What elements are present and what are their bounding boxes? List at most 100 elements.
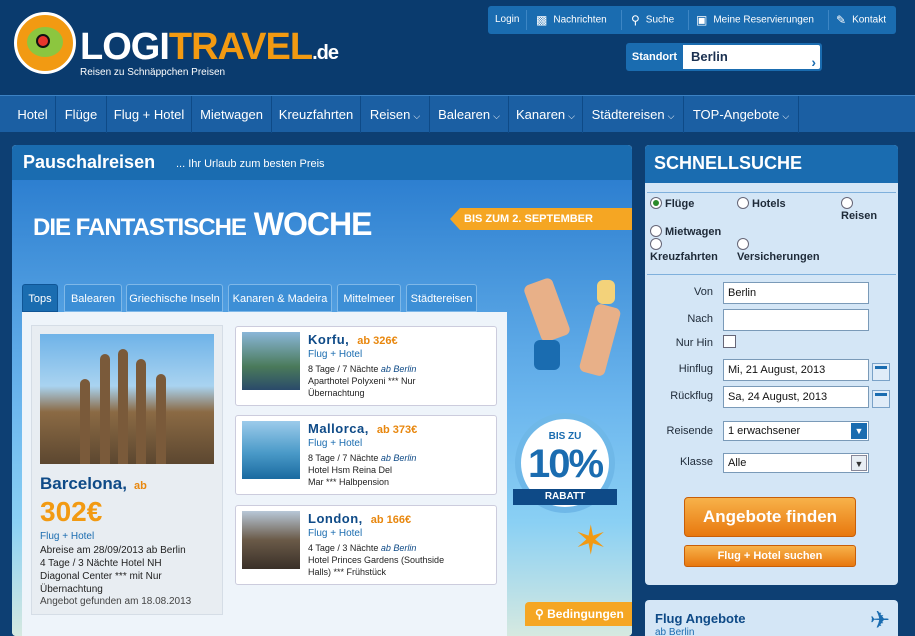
nav-mietwagen[interactable]: Mietwagen bbox=[192, 96, 271, 133]
radio-label: Versicherungen bbox=[737, 251, 820, 263]
conditions-button[interactable]: ⚲ Bedingungen bbox=[525, 602, 632, 626]
banner-headline: DIE FANTASTISCHE WOCHE bbox=[33, 206, 373, 243]
nachrichten-label: Nachrichten bbox=[553, 14, 607, 26]
nav-reisen[interactable]: Reisen ⌵ bbox=[361, 96, 429, 133]
offer-type: Flug + Hotel bbox=[308, 438, 363, 449]
login-link[interactable]: Login bbox=[495, 6, 519, 34]
calendar-icon[interactable] bbox=[872, 363, 890, 381]
offer-card-mallorca[interactable]: Mallorca, ab 373€ Flug + Hotel 8 Tage / 7… bbox=[235, 415, 497, 495]
find-offers-button[interactable]: Angebote finden bbox=[684, 497, 856, 537]
chevron-down-icon: ⌵ bbox=[667, 111, 675, 121]
tab-mittelmeer[interactable]: Mittelmeer bbox=[337, 284, 401, 312]
sagrada-familia-image bbox=[40, 334, 214, 464]
starfish-icon: ✶ bbox=[574, 519, 608, 563]
nav-label: Flüge bbox=[64, 107, 98, 122]
tab-balearen[interactable]: Balearen bbox=[64, 284, 122, 312]
mallorca-image bbox=[242, 421, 300, 479]
nav-flug-hotel[interactable]: Flug + Hotel bbox=[107, 96, 191, 133]
offer-price: ab 373€ bbox=[376, 424, 418, 436]
radio-hotels[interactable]: Hotels bbox=[737, 197, 786, 210]
suche-link[interactable]: ⚲ Suche bbox=[631, 6, 674, 34]
travellers-select[interactable]: 1 erwachsener ▼ bbox=[723, 421, 869, 441]
featured-hotel: Diagonal Center *** mit Nur bbox=[40, 571, 162, 582]
nav-label: Flug + Hotel bbox=[113, 107, 185, 122]
nav-top-angebote[interactable]: TOP-Angebote ⌵ bbox=[684, 96, 798, 133]
package-holidays-panel: Pauschalreisen ... Ihr Urlaub zum besten… bbox=[12, 145, 632, 636]
tab-staedtereisen[interactable]: Städtereisen bbox=[406, 284, 477, 312]
hair-image bbox=[597, 280, 615, 304]
offer-type: Flug + Hotel bbox=[308, 528, 363, 539]
offer-city: Korfu, bbox=[308, 332, 350, 347]
main-navigation: Hotel Flüge Flug + Hotel Mietwagen Kreuz… bbox=[0, 95, 915, 133]
one-way-label: Nur Hin bbox=[675, 337, 713, 349]
chevron-down-icon: ⌵ bbox=[568, 111, 575, 121]
kontakt-link[interactable]: ✎ Kontakt bbox=[836, 6, 886, 34]
nachrichten-link[interactable]: ▩ Nachrichten bbox=[536, 6, 607, 34]
reservierungen-link[interactable]: ▣ Meine Reservierungen bbox=[696, 6, 814, 34]
logo-mascot-icon[interactable] bbox=[14, 12, 76, 74]
chevron-down-icon: ▼ bbox=[851, 423, 867, 439]
nav-balearen[interactable]: Balearen ⌵ bbox=[430, 96, 508, 133]
brand-tagline: Reisen zu Schnäppchen Preisen bbox=[80, 67, 226, 78]
tab-label: Mittelmeer bbox=[343, 293, 395, 305]
utility-bar: Login ▩ Nachrichten ⚲ Suche ▣ Meine Reservi… bbox=[488, 6, 896, 34]
offer-card-london[interactable]: London, ab 166€ Flug + Hotel 4 Tage / 3 N… bbox=[235, 505, 497, 585]
calendar-icon[interactable] bbox=[872, 390, 890, 408]
featured-type: Flug + Hotel bbox=[40, 531, 95, 542]
radio-versicherungen[interactable]: Versicherungen bbox=[737, 238, 820, 263]
airplane-icon: ✈ bbox=[869, 607, 890, 634]
banner-line2: WOCHE bbox=[253, 206, 373, 242]
tab-label: Städtereisen bbox=[410, 293, 473, 305]
flight-offers-box[interactable]: Flug Angebote ab Berlin ✈ bbox=[645, 600, 898, 636]
location-selector[interactable]: Standort Berlin › bbox=[626, 43, 822, 71]
featured-offer-card[interactable]: Barcelona, ab 302€ Flug + Hotel Abreise … bbox=[31, 325, 223, 615]
flight-hotel-search-button[interactable]: Flug + Hotel suchen bbox=[684, 545, 856, 567]
featured-duration: 4 Tage / 3 Nächte Hotel NH bbox=[40, 558, 162, 569]
login-label: Login bbox=[495, 14, 520, 25]
travellers-value: 1 erwachsener bbox=[728, 425, 801, 437]
discount-top: BIS ZU bbox=[548, 431, 582, 442]
featured-ab: ab bbox=[134, 480, 147, 492]
brand-part2: TRAVEL bbox=[168, 26, 313, 68]
class-select[interactable]: Alle ▼ bbox=[723, 453, 869, 473]
nav-staedtereisen[interactable]: Städtereisen ⌵ bbox=[583, 96, 683, 133]
location-label: Standort bbox=[631, 51, 678, 63]
radio-kreuzfahrten[interactable]: Kreuzfahrten bbox=[650, 238, 718, 263]
radio-reisen[interactable]: Reisen bbox=[841, 197, 877, 222]
offer-price: ab 326€ bbox=[357, 335, 398, 347]
offer-board: Mar *** Halbpension bbox=[308, 477, 390, 487]
nav-label: Städtereisen bbox=[591, 107, 665, 122]
nav-hotel[interactable]: Hotel bbox=[9, 96, 56, 133]
from-input[interactable]: Berlin bbox=[723, 282, 869, 304]
offer-city: London, bbox=[308, 511, 363, 526]
location-value[interactable]: Berlin › bbox=[683, 45, 820, 70]
search-icon: ⚲ bbox=[631, 13, 640, 27]
outbound-date-input[interactable]: Mi, 21 August, 2013 bbox=[723, 359, 869, 381]
brand-part1: LOGI bbox=[80, 26, 170, 68]
to-label: Nach bbox=[687, 313, 713, 325]
nav-fluege[interactable]: Flüge bbox=[56, 96, 106, 133]
tab-tops[interactable]: Tops bbox=[22, 284, 58, 312]
tab-label: Kanaren & Madeira bbox=[232, 293, 328, 305]
brand-domain: .de bbox=[312, 42, 339, 64]
tab-label: Griechische Inseln bbox=[129, 293, 220, 305]
radio-mietwagen[interactable]: Mietwagen bbox=[650, 225, 721, 238]
tab-kanaren-madeira[interactable]: Kanaren & Madeira bbox=[228, 284, 332, 312]
radio-icon bbox=[737, 197, 749, 209]
destination-tabs: Tops Balearen Griechische Inseln Kanaren… bbox=[22, 284, 507, 312]
offer-city: Mallorca, bbox=[308, 421, 369, 436]
return-date-input[interactable]: Sa, 24 August, 2013 bbox=[723, 386, 869, 408]
to-input[interactable] bbox=[723, 309, 869, 331]
offer-card-korfu[interactable]: Korfu, ab 326€ Flug + Hotel 8 Tage / 7 Nä… bbox=[235, 326, 497, 406]
offer-duration: 4 Tage / 3 Nächte bbox=[308, 543, 379, 553]
nav-kreuzfahrten[interactable]: Kreuzfahrten bbox=[272, 96, 360, 133]
tab-griechische-inseln[interactable]: Griechische Inseln bbox=[126, 284, 223, 312]
nav-label: Balearen bbox=[438, 107, 491, 122]
radio-fluege[interactable]: Flüge bbox=[650, 197, 694, 210]
discount-value: 10% bbox=[527, 442, 604, 486]
nav-label: Reisen bbox=[369, 107, 411, 122]
nav-kanaren[interactable]: Kanaren ⌵ bbox=[509, 96, 582, 133]
one-way-checkbox[interactable] bbox=[723, 335, 736, 348]
radio-icon bbox=[737, 238, 749, 250]
brand-logo[interactable]: LOGITRAVEL.de bbox=[80, 26, 339, 72]
